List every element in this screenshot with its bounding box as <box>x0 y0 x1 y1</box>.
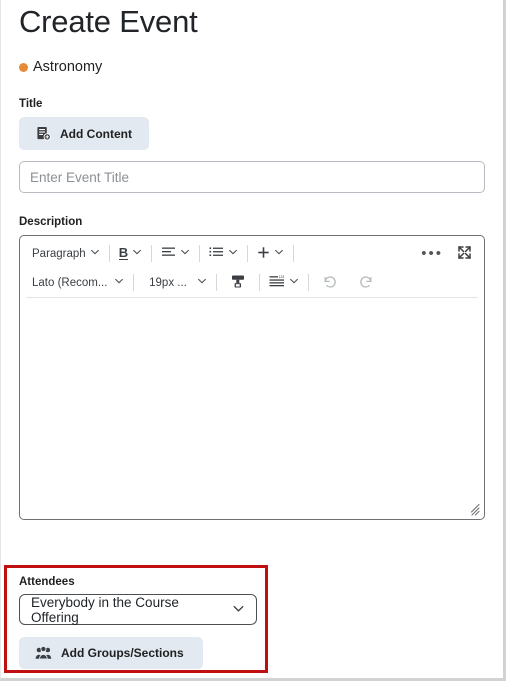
toolbar-separator <box>216 274 217 291</box>
attendees-section-highlight: Attendees Everybody in the Course Offeri… <box>4 565 268 673</box>
line-spacing-icon: 123 <box>269 275 285 291</box>
create-event-page: Create Event Astronomy Title Add Content… <box>0 0 506 681</box>
course-color-dot <box>19 62 28 72</box>
chevron-down-icon <box>132 247 142 260</box>
title-field-label: Title <box>19 98 43 110</box>
chevron-down-icon <box>232 602 245 618</box>
bold-dropdown[interactable]: B <box>113 245 148 262</box>
add-content-label: Add Content <box>60 126 132 141</box>
course-name-label: Astronomy <box>33 59 103 75</box>
font-size-label: 19px ... <box>149 276 187 289</box>
add-content-icon <box>36 126 51 141</box>
plus-icon <box>257 246 270 262</box>
fullscreen-button[interactable] <box>451 243 478 265</box>
toolbar-separator <box>199 245 201 262</box>
undo-button[interactable] <box>312 272 348 294</box>
attendees-select[interactable]: Everybody in the Course Offering <box>19 594 257 625</box>
font-size-dropdown[interactable]: 19px ... <box>137 274 213 291</box>
attendees-label: Attendees <box>19 576 75 588</box>
format-painter-icon <box>230 274 246 292</box>
font-family-label: Lato (Recom... <box>32 276 108 289</box>
bulleted-list-icon <box>209 246 224 261</box>
bold-icon: B <box>118 245 129 260</box>
toolbar-separator <box>247 245 249 262</box>
more-options-button[interactable]: ••• <box>413 246 451 261</box>
page-title: Create Event <box>19 4 198 39</box>
undo-icon <box>322 274 338 292</box>
description-editor[interactable]: Paragraph B ••• Lato (Recom... 19px ... … <box>19 235 485 520</box>
toolbar-separator <box>151 245 153 262</box>
add-groups-sections-button[interactable]: Add Groups/Sections <box>19 637 203 669</box>
toolbar-separator <box>133 274 134 291</box>
add-content-button[interactable]: Add Content <box>19 117 149 150</box>
format-painter-button[interactable] <box>220 272 256 294</box>
redo-icon <box>358 274 374 292</box>
chevron-down-icon <box>180 247 190 260</box>
redo-button[interactable] <box>348 272 384 294</box>
chevron-down-icon <box>289 276 299 289</box>
event-title-input[interactable] <box>19 161 485 193</box>
course-indicator: Astronomy <box>19 59 485 75</box>
list-dropdown[interactable] <box>203 244 244 263</box>
toolbar-separator <box>308 274 309 291</box>
chevron-down-icon <box>197 276 207 289</box>
editor-toolbar-row-2: Lato (Recom... 19px ... 123 <box>26 268 478 298</box>
font-family-dropdown[interactable]: Lato (Recom... <box>26 274 130 291</box>
editor-resize-handle[interactable] <box>467 503 480 516</box>
editor-toolbar: Paragraph B ••• Lato (Recom... 19px ... … <box>20 236 484 298</box>
add-groups-sections-label: Add Groups/Sections <box>61 646 184 660</box>
chevron-down-icon <box>90 247 100 260</box>
align-left-icon <box>161 246 176 261</box>
toolbar-separator <box>259 274 260 291</box>
description-editor-body[interactable] <box>20 298 484 498</box>
align-dropdown[interactable] <box>155 244 196 263</box>
people-group-icon <box>35 646 52 660</box>
fullscreen-icon <box>457 245 472 263</box>
attendees-select-value: Everybody in the Course Offering <box>31 594 179 625</box>
description-field-label: Description <box>19 216 83 228</box>
editor-toolbar-row-1: Paragraph B ••• <box>26 239 478 268</box>
chevron-down-icon <box>228 247 238 260</box>
toolbar-separator <box>293 245 295 262</box>
paragraph-style-dropdown[interactable]: Paragraph <box>26 245 106 262</box>
paragraph-style-label: Paragraph <box>32 247 86 260</box>
line-spacing-dropdown[interactable]: 123 <box>263 273 305 293</box>
toolbar-separator <box>108 245 110 262</box>
chevron-down-icon <box>114 276 124 289</box>
chevron-down-icon <box>274 247 284 260</box>
insert-dropdown[interactable] <box>251 244 290 264</box>
svg-text:123: 123 <box>279 275 285 279</box>
